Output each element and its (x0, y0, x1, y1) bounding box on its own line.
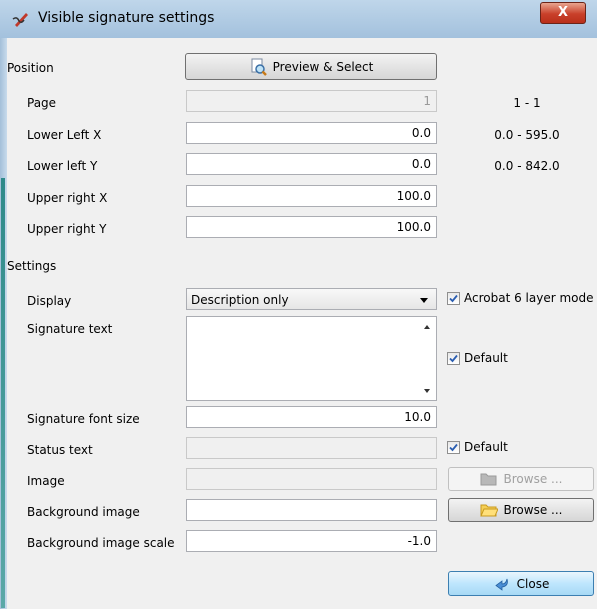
signature-text-scrollbar[interactable] (419, 317, 436, 400)
scroll-up-icon[interactable] (424, 325, 430, 329)
signature-font-size-label: Signature font size (27, 412, 140, 426)
image-browse-button[interactable]: Browse ... (448, 467, 594, 491)
background-image-field[interactable] (186, 499, 437, 521)
lower-left-x-field[interactable]: 0.0 (186, 122, 437, 144)
status-text-default-label: Default (464, 440, 508, 454)
signature-font-size-field[interactable]: 10.0 (186, 406, 437, 428)
close-button-label: Close (516, 576, 550, 591)
checkmark-icon (449, 354, 458, 362)
preview-select-label: Preview & Select (272, 59, 374, 74)
checkbox-box (447, 440, 460, 454)
background-image-scale-field[interactable]: -1.0 (186, 530, 437, 552)
window-left-frame (0, 38, 7, 609)
title-bar[interactable]: Visible signature settings X (0, 0, 597, 38)
image-browse-label: Browse ... (503, 472, 563, 486)
background-image-scale-label: Background image scale (27, 536, 175, 550)
signature-text-label: Signature text (27, 322, 113, 336)
dialog-window: Visible signature settings X Position Pr… (0, 0, 597, 609)
acrobat-layer-mode-label: Acrobat 6 layer mode (464, 291, 594, 305)
scroll-down-icon[interactable] (424, 389, 430, 393)
frame-accent (1, 178, 5, 608)
lower-left-y-range: 0.0 - 842.0 (494, 159, 560, 173)
signature-text-area[interactable] (186, 316, 437, 401)
display-select-value: Description only (191, 293, 289, 307)
image-field (186, 468, 437, 490)
preview-select-button[interactable]: Preview & Select (185, 53, 437, 80)
close-arrow-icon (494, 578, 508, 591)
checkbox-box (447, 351, 460, 365)
checkmark-icon (449, 443, 458, 451)
image-label: Image (27, 474, 65, 488)
upper-right-x-label: Upper right X (27, 191, 108, 205)
close-button[interactable]: Close (448, 571, 594, 596)
folder-icon (479, 504, 498, 517)
status-text-label: Status text (27, 443, 93, 457)
chevron-down-icon (420, 298, 428, 303)
position-section-label: Position (7, 61, 54, 75)
background-image-browse-label: Browse ... (503, 503, 563, 517)
settings-section-label: Settings (7, 259, 57, 273)
lower-left-y-field[interactable]: 0.0 (186, 153, 437, 175)
status-text-field (186, 437, 437, 459)
status-text-default-checkbox[interactable]: Default (447, 440, 508, 454)
display-select[interactable]: Description only (186, 288, 437, 310)
page-label: Page (27, 96, 57, 110)
checkbox-box (447, 291, 460, 305)
display-label: Display (27, 294, 72, 308)
page-field: 1 (186, 90, 437, 112)
dialog-content: Position Preview & Select Page 1 1 - 1 L… (7, 38, 597, 609)
lower-left-y-label: Lower left Y (27, 159, 98, 173)
background-image-browse-button[interactable]: Browse ... (448, 498, 594, 522)
upper-right-x-field[interactable]: 100.0 (186, 185, 437, 207)
signature-text-default-checkbox[interactable]: Default (447, 351, 508, 365)
lower-left-x-range: 0.0 - 595.0 (494, 128, 560, 142)
signature-text-default-label: Default (464, 351, 508, 365)
folder-icon (480, 473, 497, 486)
lower-left-x-label: Lower Left X (27, 128, 102, 142)
signature-pen-icon (12, 13, 28, 27)
upper-right-y-field[interactable]: 100.0 (186, 216, 437, 238)
page-range: 1 - 1 (513, 96, 541, 110)
background-image-label: Background image (27, 505, 140, 519)
upper-right-y-label: Upper right Y (27, 222, 107, 236)
window-close-button[interactable]: X (540, 2, 586, 24)
checkmark-icon (449, 294, 458, 302)
window-title: Visible signature settings (38, 10, 215, 26)
magnifier-document-icon (251, 58, 267, 76)
acrobat-layer-mode-checkbox[interactable]: Acrobat 6 layer mode (447, 291, 594, 305)
